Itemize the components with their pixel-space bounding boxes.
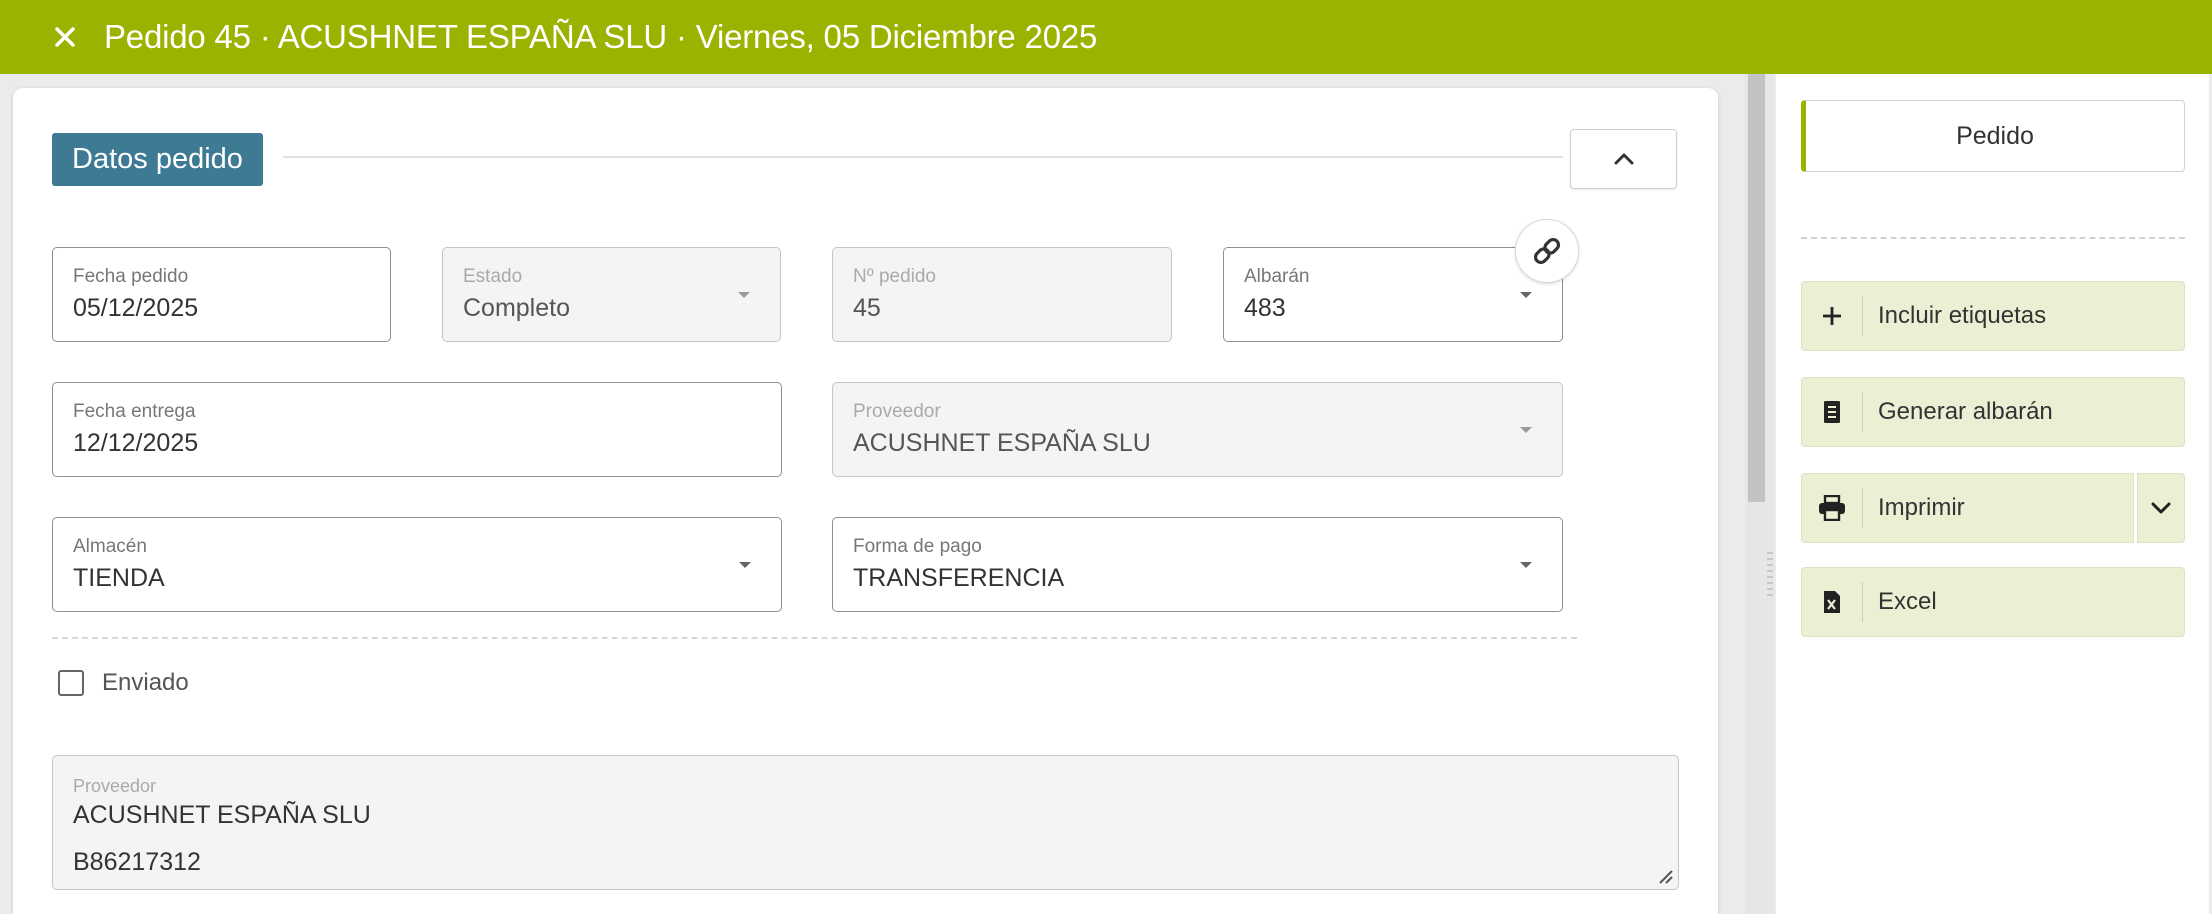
almacen-value: TIENDA [73,564,165,592]
estado-value: Completo [463,294,570,322]
resize-grip-icon[interactable] [1656,867,1674,885]
enviado-checkbox[interactable] [58,670,84,696]
chevron-down-icon [738,292,750,298]
plus-icon [1823,307,1841,325]
incluir-etiquetas-label: Incluir etiquetas [1878,302,2047,329]
generar-albaran-button[interactable]: Generar albarán [1801,377,2185,447]
actions-panel: Pedido Incluir etiquetas Generar albarán [1776,74,2212,914]
imprimir-split-button: Imprimir [1801,473,2185,543]
close-icon [55,27,75,47]
proveedor-info-textarea[interactable]: Proveedor ACUSHNET ESPAÑA SLU B86217312 [52,755,1679,890]
fecha-entrega-field[interactable]: Fecha entrega 12/12/2025 [52,382,782,477]
close-button[interactable] [40,0,90,74]
imprimir-label: Imprimir [1878,494,1965,521]
estado-label: Estado [463,266,523,287]
button-separator [1862,582,1863,622]
page-title: Pedido 45 · ACUSHNET ESPAÑA SLU · Vierne… [104,18,1098,55]
excel-file-icon [1824,591,1840,613]
enviado-label: Enviado [102,669,189,696]
fecha-entrega-label: Fecha entrega [73,401,196,422]
chevron-down-icon [739,562,751,568]
almacen-label: Almacén [73,536,147,557]
button-separator [1862,488,1863,528]
actions-divider [1801,237,2185,239]
form-divider [52,637,1577,639]
imprimir-dropdown-button[interactable] [2137,473,2185,543]
proveedor-info-name: ACUSHNET ESPAÑA SLU [73,801,371,829]
proveedor-select: Proveedor ACUSHNET ESPAÑA SLU [832,382,1563,477]
enviado-checkbox-row[interactable]: Enviado [58,669,189,697]
numero-pedido-value: 45 [853,294,881,322]
splitter-grip-icon[interactable] [1766,550,1774,600]
chevron-down-icon [1520,562,1532,568]
fecha-pedido-value: 05/12/2025 [73,294,199,322]
albaran-label: Albarán [1244,266,1310,287]
button-separator [1862,296,1863,336]
numero-pedido-field: Nº pedido 45 [832,247,1172,342]
incluir-etiquetas-button[interactable]: Incluir etiquetas [1801,281,2185,351]
chevron-down-icon [2151,502,2171,514]
forma-pago-select[interactable]: Forma de pago TRANSFERENCIA [832,517,1563,612]
button-separator [1862,392,1863,432]
albaran-value: 483 [1244,294,1286,322]
document-icon [1824,401,1840,423]
forma-pago-label: Forma de pago [853,536,982,557]
scrollbar-thumb[interactable] [1748,74,1765,502]
link-albaran-button[interactable] [1515,219,1579,283]
excel-button[interactable]: Excel [1801,567,2185,637]
link-icon [1533,237,1561,265]
proveedor-label: Proveedor [853,401,941,422]
forma-pago-value: TRANSFERENCIA [853,564,1065,592]
printer-icon [1819,495,1845,521]
generar-albaran-label: Generar albarán [1878,398,2053,425]
fecha-pedido-field[interactable]: Fecha pedido 05/12/2025 [52,247,391,342]
proveedor-value: ACUSHNET ESPAÑA SLU [853,429,1151,457]
excel-label: Excel [1878,588,1937,615]
numero-pedido-label: Nº pedido [853,266,936,287]
tab-pedido[interactable]: Pedido [1801,100,2185,172]
almacen-select[interactable]: Almacén TIENDA [52,517,782,612]
section-title: Datos pedido [52,133,263,186]
order-form-panel: Datos pedido Fecha pedido 05/12/2025 Est… [13,88,1718,914]
collapse-section-button[interactable] [1570,129,1677,189]
section-divider [283,156,1563,158]
header-bar: Pedido 45 · ACUSHNET ESPAÑA SLU · Vierne… [0,0,2212,74]
proveedor-info-label: Proveedor [73,776,157,796]
chevron-down-icon [1520,427,1532,433]
fecha-pedido-label: Fecha pedido [73,266,189,287]
proveedor-info-cif: B86217312 [73,848,201,876]
imprimir-button[interactable]: Imprimir [1801,473,2134,543]
chevron-up-icon [1614,153,1633,165]
albaran-select[interactable]: Albarán 483 [1223,247,1563,342]
estado-select: Estado Completo [442,247,781,342]
chevron-down-icon [1520,292,1532,298]
fecha-entrega-value: 12/12/2025 [73,429,199,457]
